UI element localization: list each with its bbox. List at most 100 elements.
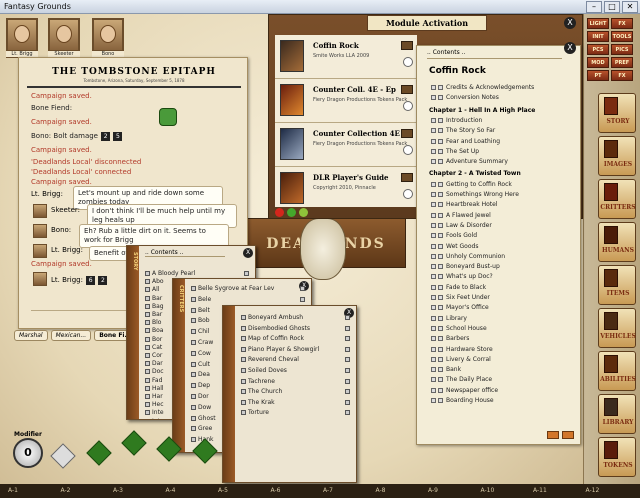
link-icon[interactable]	[191, 437, 196, 443]
link-icon[interactable]	[191, 296, 196, 302]
link-icon[interactable]	[241, 378, 246, 384]
close-icon[interactable]: X	[243, 248, 253, 258]
list-item[interactable]: Bele	[191, 296, 211, 303]
sidebar-item-vehicles[interactable]: VEHICLES	[598, 308, 636, 348]
link-icon[interactable]	[438, 336, 443, 342]
link-icon[interactable]	[145, 287, 150, 293]
list-item[interactable]: Reverend Cheval	[241, 356, 299, 363]
list-item[interactable]: Dep	[191, 382, 210, 389]
link-icon[interactable]	[241, 357, 246, 363]
list-item[interactable]: Tachrene	[241, 378, 275, 385]
link-icon[interactable]	[191, 318, 196, 324]
link-icon[interactable]	[438, 148, 443, 154]
close-icon[interactable]: X	[564, 42, 576, 54]
link-icon[interactable]	[431, 192, 436, 197]
prev-page-button[interactable]	[547, 431, 559, 439]
link-icon[interactable]	[438, 295, 443, 300]
link-icon[interactable]	[145, 418, 150, 419]
contents-entry[interactable]: Credits & Acknowledgements	[431, 84, 534, 91]
book-icon[interactable]	[401, 85, 413, 94]
portrait-skeeter[interactable]: Skeeter	[48, 18, 80, 58]
link-icon[interactable]	[241, 336, 246, 342]
link-icon[interactable]	[431, 315, 436, 321]
link-icon[interactable]	[431, 274, 436, 280]
link-icon[interactable]	[300, 286, 305, 291]
link-icon[interactable]	[438, 222, 443, 228]
link-icon[interactable]	[438, 315, 443, 321]
link-icon[interactable]	[431, 85, 436, 90]
link-icon[interactable]	[431, 305, 436, 311]
list-item[interactable]: Map of Coffin Rock	[241, 335, 304, 342]
link-icon[interactable]	[145, 377, 150, 383]
link-icon[interactable]	[431, 138, 436, 144]
link-icon[interactable]	[191, 361, 196, 367]
link-icon[interactable]	[145, 369, 150, 375]
sidebar-item-story[interactable]: STORY	[598, 93, 636, 133]
list-item[interactable]: Dea	[191, 371, 210, 378]
link-icon[interactable]	[438, 274, 443, 280]
link-icon[interactable]	[345, 399, 350, 405]
list-item[interactable]: A Bloody Pearl	[145, 270, 195, 277]
pref-button[interactable]: PREF	[611, 57, 633, 68]
link-icon[interactable]	[345, 357, 350, 363]
link-icon[interactable]	[431, 159, 436, 165]
link-icon[interactable]	[438, 181, 443, 187]
list-item[interactable]: Bob	[191, 317, 210, 324]
list-item[interactable]: Cat	[145, 344, 162, 351]
sidebar-item-items[interactable]: ITEMS	[598, 265, 636, 305]
link-icon[interactable]	[431, 346, 436, 352]
list-item[interactable]: Belle Sygrove at Fear Lev	[191, 285, 274, 292]
link-icon[interactable]	[241, 399, 246, 405]
list-item[interactable]: Cow	[191, 350, 211, 357]
link-icon[interactable]	[145, 303, 150, 309]
link-icon[interactable]	[145, 361, 150, 367]
tab-mexican[interactable]: Mexican...	[50, 330, 92, 341]
link-icon[interactable]	[431, 377, 436, 383]
link-icon[interactable]	[191, 404, 196, 410]
light-button[interactable]: LIGHT	[587, 18, 609, 29]
link-icon[interactable]	[438, 233, 443, 239]
contents-entry[interactable]: Fade to Black	[431, 284, 486, 291]
link-icon[interactable]	[345, 378, 350, 384]
link-icon[interactable]	[191, 372, 196, 378]
link-icon[interactable]	[431, 222, 436, 228]
portrait-bono[interactable]: Bono	[92, 18, 124, 58]
module-toggle[interactable]	[403, 57, 413, 67]
link-icon[interactable]	[431, 284, 436, 290]
list-item[interactable]: Blo	[145, 319, 161, 326]
link-icon[interactable]	[438, 284, 443, 290]
fx-button[interactable]: FX	[611, 18, 633, 29]
link-icon[interactable]	[145, 344, 150, 350]
link-icon[interactable]	[438, 85, 443, 90]
link-icon[interactable]	[191, 350, 196, 356]
contents-entry[interactable]: Wet Goods	[431, 243, 478, 250]
link-icon[interactable]	[244, 271, 249, 276]
modifier-value[interactable]: 0	[13, 438, 43, 468]
link-icon[interactable]	[191, 340, 196, 345]
link-icon[interactable]	[431, 148, 436, 154]
list-item[interactable]: Ghost	[191, 415, 216, 422]
list-item[interactable]: DLR Player's Guide Copyright 2010, Pinna…	[275, 167, 417, 207]
contents-entry[interactable]: Law & Disorder	[431, 222, 492, 229]
contents-entry[interactable]: Fear and Loathing	[431, 138, 500, 145]
list-item[interactable]: Bar	[145, 311, 162, 318]
close-icon[interactable]: X	[564, 17, 576, 29]
link-icon[interactable]	[431, 387, 436, 393]
link-icon[interactable]	[438, 192, 443, 197]
init-button[interactable]: INIT	[587, 31, 609, 42]
list-item[interactable]: Boneyard Ambush	[241, 314, 303, 321]
link-icon[interactable]	[145, 320, 150, 326]
list-item[interactable]: Piano Player & Showgirl	[241, 346, 319, 353]
sidebar-item-humans[interactable]: HUMANS	[598, 222, 636, 262]
link-icon[interactable]	[145, 312, 150, 317]
minimize-button[interactable]: –	[586, 0, 602, 13]
list-item[interactable]: Inte	[145, 409, 164, 416]
contents-entry[interactable]: Hardware Store	[431, 346, 493, 353]
link-icon[interactable]	[145, 410, 150, 416]
link-icon[interactable]	[438, 159, 443, 165]
list-item[interactable]: Cult	[191, 361, 210, 368]
list-item[interactable]: Chil	[191, 328, 209, 335]
list-item[interactable]: Hall	[145, 385, 164, 392]
link-icon[interactable]	[345, 325, 350, 331]
contents-entry[interactable]: Unholy Communion	[431, 253, 505, 260]
